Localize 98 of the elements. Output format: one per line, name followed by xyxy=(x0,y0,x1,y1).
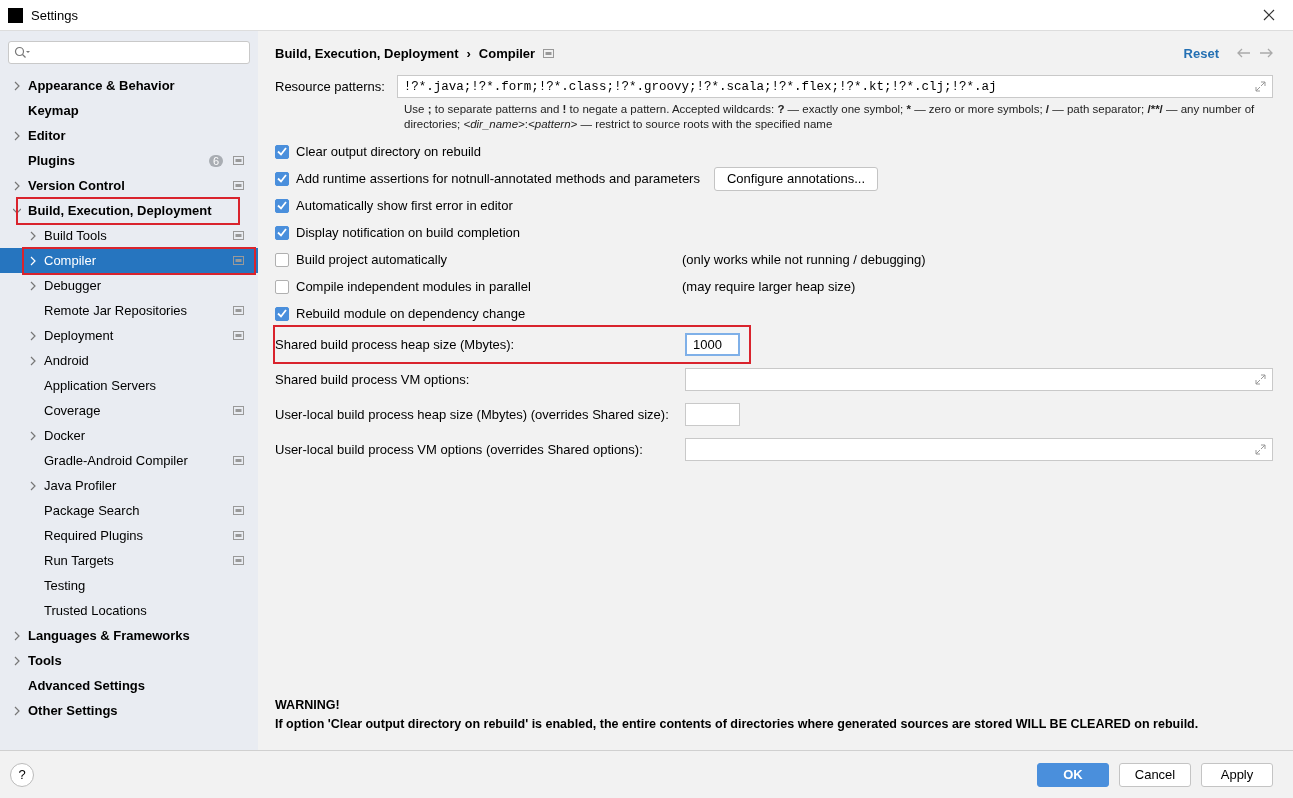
chevron-right-icon[interactable] xyxy=(29,330,37,341)
sidebar-item[interactable]: Debugger xyxy=(0,273,258,298)
sidebar-item[interactable]: Editor xyxy=(0,123,258,148)
back-arrow-icon[interactable] xyxy=(1237,48,1251,58)
sidebar-item[interactable]: Gradle-Android Compiler xyxy=(0,448,258,473)
checkbox-label[interactable]: Add runtime assertions for notnull-annotated methods and parameters xyxy=(296,171,700,186)
sidebar-item[interactable]: Run Targets xyxy=(0,548,258,573)
field-label: Shared build process heap size (Mbytes): xyxy=(275,337,516,352)
sidebar-item[interactable]: Android xyxy=(0,348,258,373)
checkbox[interactable] xyxy=(275,198,289,213)
project-scope-icon xyxy=(233,156,244,165)
count-badge: 6 xyxy=(208,154,223,167)
project-scope-icon xyxy=(233,406,244,415)
project-scope-icon xyxy=(233,181,244,190)
checkbox-label[interactable]: Compile independent modules in parallel xyxy=(296,279,531,294)
expand-icon[interactable] xyxy=(1255,374,1266,385)
help-button[interactable]: ? xyxy=(10,762,34,787)
sidebar-item[interactable]: Coverage xyxy=(0,398,258,423)
checkbox[interactable] xyxy=(275,252,289,267)
configure-annotations-button[interactable]: Configure annotations... xyxy=(713,166,878,191)
project-scope-icon xyxy=(233,256,244,265)
text-field[interactable] xyxy=(685,368,1273,391)
reset-link[interactable]: Reset xyxy=(1183,45,1219,61)
dialog-button[interactable]: Cancel xyxy=(1119,762,1191,787)
sidebar-item[interactable]: Build, Execution, Deployment xyxy=(0,198,258,223)
project-scope-icon xyxy=(233,231,244,240)
checkbox[interactable] xyxy=(275,279,289,294)
project-scope-icon xyxy=(233,556,244,565)
chevron-right-icon[interactable] xyxy=(13,630,21,641)
project-scope-icon xyxy=(233,531,244,540)
field-label: Shared build process VM options: xyxy=(275,372,471,387)
project-scope-icon xyxy=(233,331,244,340)
sidebar-item[interactable]: Deployment xyxy=(0,323,258,348)
chevron-right-icon[interactable] xyxy=(29,430,37,441)
sidebar-item[interactable]: Languages & Frameworks xyxy=(0,623,258,648)
checkbox-label[interactable]: Automatically show first error in editor xyxy=(296,198,513,213)
chevron-right-icon[interactable] xyxy=(13,705,21,716)
chevron-right-icon[interactable] xyxy=(13,655,21,666)
checkbox[interactable] xyxy=(275,144,289,159)
forward-arrow-icon[interactable] xyxy=(1259,48,1273,58)
checkbox[interactable] xyxy=(275,171,289,186)
expand-icon[interactable] xyxy=(1255,444,1266,455)
checkbox-label[interactable]: Build project automatically xyxy=(296,252,448,267)
chevron-right-icon[interactable] xyxy=(13,130,21,141)
sidebar-item[interactable]: Plugins 6 xyxy=(0,148,258,173)
sidebar-item[interactable]: Appearance & Behavior xyxy=(0,73,258,98)
sidebar-item[interactable]: Remote Jar Repositories xyxy=(0,298,258,323)
expand-icon[interactable] xyxy=(1255,81,1266,92)
sidebar-item[interactable]: Other Settings xyxy=(0,698,258,723)
chevron-right-icon[interactable] xyxy=(13,80,21,91)
breadcrumb-separator: › xyxy=(466,45,471,61)
search-field[interactable] xyxy=(8,41,250,64)
search-icon xyxy=(14,46,30,59)
sidebar-item[interactable]: Trusted Locations xyxy=(0,598,258,623)
sidebar-item[interactable]: Java Profiler xyxy=(0,473,258,498)
project-scope-icon xyxy=(233,456,244,465)
app-logo-icon xyxy=(8,7,23,23)
text-field[interactable] xyxy=(685,438,1273,461)
warning-title: WARNING! xyxy=(275,697,341,714)
number-field[interactable]: 1000 xyxy=(685,333,740,356)
field-label: User-local build process VM options (overrides Shared options): xyxy=(275,442,644,457)
sidebar-item[interactable]: Required Plugins xyxy=(0,523,258,548)
sidebar-item[interactable]: Advanced Settings xyxy=(0,673,258,698)
sidebar-item[interactable]: Compiler xyxy=(0,248,258,273)
sidebar-item[interactable]: Keymap xyxy=(0,98,258,123)
option-note: (only works while not running / debugging) xyxy=(682,252,926,267)
chevron-right-icon[interactable] xyxy=(29,480,37,491)
sidebar-item[interactable]: Testing xyxy=(0,573,258,598)
chevron-right-icon[interactable] xyxy=(29,230,37,241)
close-icon[interactable] xyxy=(1263,9,1275,21)
breadcrumb: Compiler xyxy=(478,45,536,61)
resource-patterns-field[interactable]: !?*.java;!?*.form;!?*.class;!?*.groovy;!?*.scala;!?*.flex;!?*.kt;!?*.clj;!?*.aj xyxy=(396,75,1273,98)
project-scope-icon xyxy=(233,306,244,315)
sidebar-item[interactable]: Application Servers xyxy=(0,373,258,398)
sidebar-item[interactable]: Build Tools xyxy=(0,223,258,248)
project-scope-icon xyxy=(543,48,555,58)
chevron-right-icon[interactable] xyxy=(13,180,21,191)
window-title: Settings xyxy=(31,7,79,23)
field-label: User-local build process heap size (Mbytes) (overrides Shared size): xyxy=(275,407,670,422)
chevron-right-icon[interactable] xyxy=(29,355,37,366)
checkbox-label[interactable]: Display notification on build completion xyxy=(296,225,520,240)
checkbox[interactable] xyxy=(275,225,289,240)
option-note: (may require larger heap size) xyxy=(682,279,856,294)
field-label: Resource patterns: xyxy=(275,79,385,94)
number-field[interactable] xyxy=(685,403,740,426)
breadcrumb[interactable]: Build, Execution, Deployment xyxy=(275,45,459,61)
project-scope-icon xyxy=(233,506,244,515)
sidebar-item[interactable]: Package Search xyxy=(0,498,258,523)
dialog-button[interactable]: Apply xyxy=(1201,762,1273,787)
sidebar-item[interactable]: Version Control xyxy=(0,173,258,198)
warning-text: If option 'Clear output directory on rebuild' is enabled, the entire contents of directories where generated sources are stored WILL BE CLEARED on rebuild. xyxy=(275,716,1200,733)
sidebar-item[interactable]: Docker xyxy=(0,423,258,448)
checkbox[interactable] xyxy=(275,306,289,321)
sidebar-item[interactable]: Tools xyxy=(0,648,258,673)
checkbox-label[interactable]: Clear output directory on rebuild xyxy=(296,144,481,159)
hint-text: Use ; to separate patterns and ! to negate a pattern. Accepted wildcards: ? — exactly one symbol; * — zero or more symbols; / — path separator; /**/ — any number of directories; <dir_name>:<pattern> — restrict to source roots with the specified name xyxy=(404,102,1256,132)
checkbox-label[interactable]: Rebuild module on dependency change xyxy=(296,306,526,321)
chevron-right-icon[interactable] xyxy=(29,280,37,291)
